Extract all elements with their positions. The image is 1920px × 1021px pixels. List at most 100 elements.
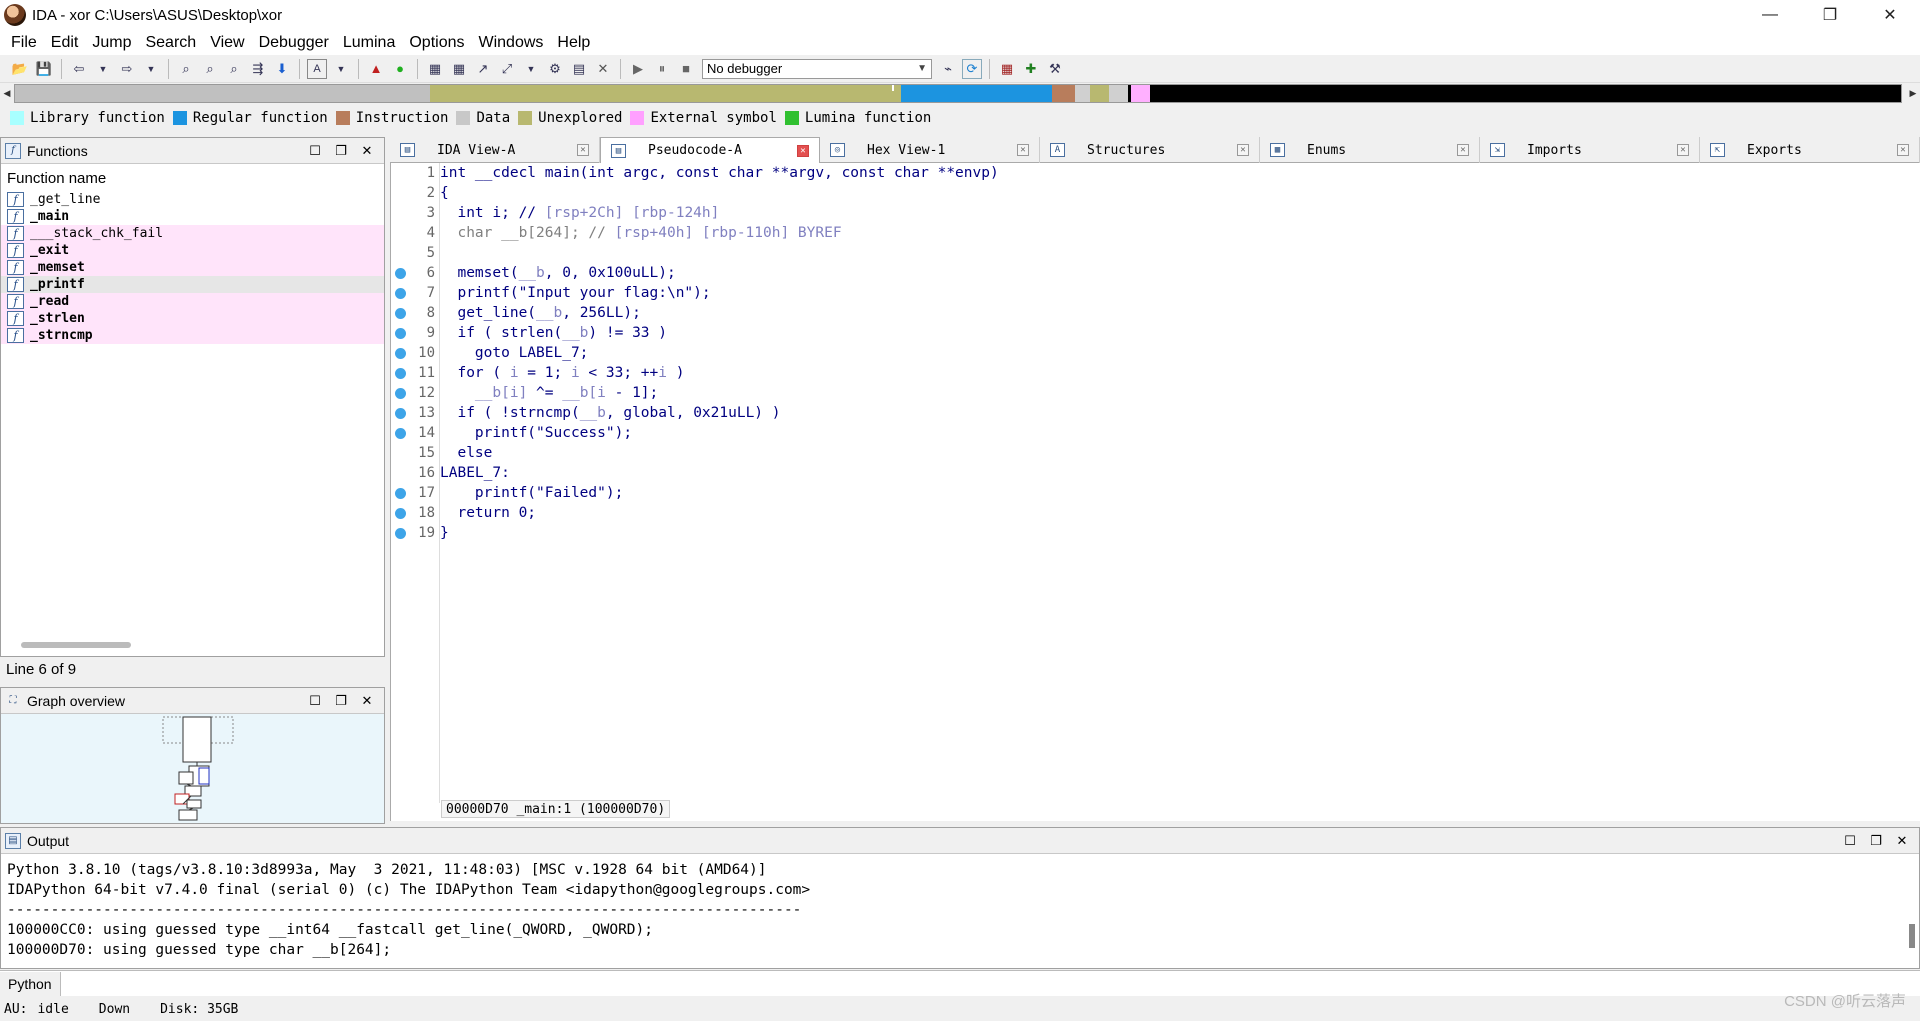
horizontal-scrollbar[interactable] [21,642,131,648]
function-list-item[interactable]: f _strncmp [1,327,384,344]
float-icon[interactable]: ❐ [328,693,354,709]
tab-close-icon[interactable]: ✕ [797,144,809,157]
code-line[interactable]: if ( !strncmp(__b, global, 0x21uLL) ) [440,403,1920,423]
menu-edit[interactable]: Edit [44,34,86,52]
breakpoint-marker-icon[interactable] [395,527,406,539]
menu-view[interactable]: View [203,34,251,52]
add-plugin-icon[interactable]: ✚ [1021,59,1041,79]
plugin-icon[interactable]: ⚙ [545,59,565,79]
code-line[interactable]: memset(__b, 0, 0x100uLL); [440,263,1920,283]
script-icon[interactable]: ▤ [569,59,589,79]
breakpoint-marker-icon[interactable] [395,267,406,279]
nav-segment[interactable] [1052,85,1075,102]
gutter-line[interactable]: 17 [391,483,439,503]
function-list-item[interactable]: f _memset [1,259,384,276]
function-list-item[interactable]: f _strlen [1,310,384,327]
tools-icon[interactable]: ⚒ [1045,59,1065,79]
gutter-line[interactable]: 7 [391,283,439,303]
binary-search-icon[interactable]: ⌕ [176,59,196,79]
breakpoint-marker-icon[interactable] [395,427,406,439]
nav-segment[interactable] [1074,85,1090,102]
tab-close-icon[interactable]: ✕ [1017,144,1029,156]
tab-exports[interactable]: ⇱ Exports ✕ [1700,137,1920,163]
menu-help[interactable]: Help [550,34,597,52]
gutter-line[interactable]: 15 [391,443,439,463]
close-icon[interactable]: ✕ [354,143,380,159]
code-line[interactable]: char __b[264]; // [rsp+40h] [rbp-110h] B… [440,223,1920,243]
code-line[interactable]: LABEL_7: [440,463,1920,483]
code-line[interactable]: { [440,183,1920,203]
nav-segment[interactable] [901,85,1053,102]
menu-search[interactable]: Search [138,34,203,52]
gutter-line[interactable]: 8 [391,303,439,323]
forward-arrow-icon[interactable]: ⇨ [117,59,137,79]
code-line[interactable] [440,243,1920,263]
close-icon[interactable]: ✕ [593,59,613,79]
gutter-line[interactable]: 2 [391,183,439,203]
gutter-line[interactable]: 11 [391,363,439,383]
pause-icon[interactable]: ⏸ [652,59,672,79]
code-line[interactable]: printf("Success"); [440,423,1920,443]
tab-close-icon[interactable]: ✕ [1237,144,1249,156]
maximize-icon[interactable]: ☐ [1837,833,1863,849]
code-line[interactable]: get_line(__b, 256LL); [440,303,1920,323]
nav-segment[interactable] [429,85,902,102]
tab-close-icon[interactable]: ✕ [1457,144,1469,156]
menu-debugger[interactable]: Debugger [252,34,336,52]
chevron-down-icon[interactable]: ▼ [521,59,541,79]
gutter-line[interactable]: 10 [391,343,439,363]
gutter-line[interactable]: 13 [391,403,439,423]
function-list-item[interactable]: f _printf [1,276,384,293]
nav-segment[interactable] [1131,85,1151,102]
menu-file[interactable]: File [4,34,44,52]
gutter-line[interactable]: 4 [391,223,439,243]
nav-segment[interactable] [1108,85,1128,102]
maximize-icon[interactable]: ☐ [302,693,328,709]
play-icon[interactable]: ▶ [628,59,648,79]
menu-options[interactable]: Options [402,34,471,52]
refresh-icon[interactable]: ⟳ [962,58,982,79]
function-list-item[interactable]: f _get_line [1,191,384,208]
pseudocode-text[interactable]: int __cdecl main(int argc, const char **… [439,163,1920,803]
tab-structures[interactable]: A Structures ✕ [1040,137,1260,163]
chevron-down-icon[interactable]: ▼ [331,59,351,79]
tab-enums[interactable]: ▦ Enums ✕ [1260,137,1480,163]
down-arrow-icon[interactable]: ⬇ [272,59,292,79]
function-list-item[interactable]: f _exit [1,242,384,259]
code-line[interactable]: __b[i] ^= __b[i - 1]; [440,383,1920,403]
nav-scroll-right-icon[interactable]: ▶ [1906,84,1920,103]
breakpoint-marker-icon[interactable] [395,487,406,499]
maximize-icon[interactable]: ☐ [302,143,328,159]
breakpoint-marker-icon[interactable] [395,507,406,519]
open-file-icon[interactable]: 📂 [10,59,30,79]
output-log[interactable]: Python 3.8.10 (tags/v3.8.10:3d8993a, May… [1,854,1919,966]
tab-close-icon[interactable]: ✕ [1897,144,1909,156]
code-line[interactable]: int __cdecl main(int argc, const char **… [440,163,1920,183]
code-line[interactable]: int i; // [rsp+2Ch] [rbp-124h] [440,203,1920,223]
font-icon[interactable]: A [307,58,327,79]
calculator-icon[interactable]: ▦ [997,59,1017,79]
float-icon[interactable]: ❐ [1863,833,1889,849]
save-icon[interactable]: 💾 [34,59,54,79]
debug-attach-icon[interactable]: ⌁ [938,59,958,79]
search-next-icon[interactable]: ⌕ [224,59,244,79]
gutter-line[interactable]: 6 [391,263,439,283]
gutter-line[interactable]: 1 [391,163,439,183]
tab-ida-view-a[interactable]: ▤ IDA View-A ✕ [390,137,600,163]
breakpoint-marker-icon[interactable] [395,347,406,359]
code-line[interactable]: printf("Failed"); [440,483,1920,503]
function-name-column-header[interactable]: Function name [1,164,384,191]
nav-scroll-left-icon[interactable]: ◀ [0,84,14,103]
tab-imports[interactable]: ⇲ Imports ✕ [1480,137,1700,163]
text-search-icon[interactable]: ⌕ [200,59,220,79]
function-list-item[interactable]: f _main [1,208,384,225]
breakpoint-marker-icon[interactable] [395,307,406,319]
stop-icon[interactable]: ■ [676,59,696,79]
tab-close-icon[interactable]: ✕ [1677,144,1689,156]
tab-close-icon[interactable]: ✕ [577,144,589,156]
graph-icon[interactable]: ▲ [366,59,386,79]
navigation-band[interactable] [14,84,1902,103]
chevron-down-icon[interactable]: ▼ [141,59,161,79]
gutter-line[interactable]: 5 [391,243,439,263]
code-line[interactable]: for ( i = 1; i < 33; ++ i ) [440,363,1920,383]
